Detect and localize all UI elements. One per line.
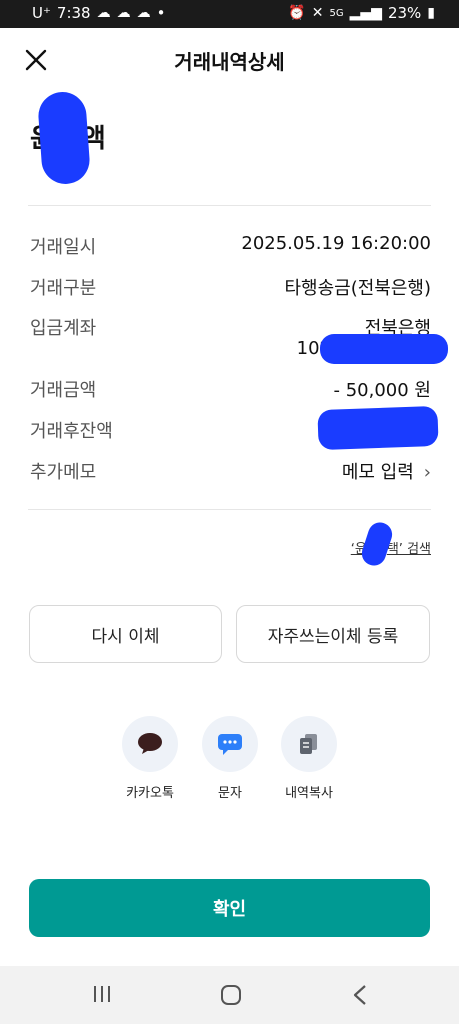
share-sms[interactable]: 문자 (190, 716, 270, 801)
weather-icon: ☁ (96, 5, 111, 21)
share-label: 문자 (218, 786, 242, 801)
detail-label: 입금계좌 (30, 318, 97, 339)
chevron-right-icon: › (423, 462, 431, 483)
detail-row-memo[interactable]: 추가메모 메모 입력 › (30, 458, 431, 488)
detail-label: 거래구분 (30, 278, 97, 299)
carrier-label: U⁺ (32, 4, 51, 22)
detail-value: 2025.05.19 16:20:00 (241, 233, 431, 254)
memo-input-link[interactable]: 메모 입력 (342, 462, 414, 483)
recent-apps-icon[interactable] (92, 984, 112, 1004)
chat-icon-2: ☁ (136, 5, 151, 21)
share-label: 카카오톡 (126, 786, 174, 801)
home-icon[interactable] (220, 984, 242, 1006)
redaction-mark (36, 90, 92, 186)
header: 거래내역상세 (0, 28, 459, 92)
favorite-transfer-button[interactable]: 자주쓰는이체 등록 (236, 605, 430, 663)
divider (28, 205, 431, 206)
alarm-icon: ⏰ (288, 5, 306, 21)
detail-row-amount: 거래금액 - 50,000 원 (30, 376, 431, 406)
share-kakao-talk[interactable]: 카카오톡 (110, 716, 190, 801)
notification-dot: • (156, 4, 166, 22)
status-bar: U⁺ 7:38 ☁ ☁ ☁ • ⏰ ✕ 5G ▂▄▆ 23% ▮ (0, 0, 459, 28)
detail-value: 타행송금(전북은행) (284, 278, 431, 299)
network-label: 5G (329, 7, 344, 19)
retransfer-button[interactable]: 다시 이체 (29, 605, 222, 663)
detail-label: 추가메모 (30, 462, 97, 483)
page-title: 거래내역상세 (174, 50, 285, 74)
clock: 7:38 (56, 4, 91, 22)
detail-row-type: 거래구분 타행송금(전북은행) (30, 274, 431, 304)
detail-label: 거래후잔액 (30, 421, 113, 442)
detail-label: 거래금액 (30, 380, 97, 401)
system-nav-bar (0, 966, 459, 1024)
copy-icon (281, 716, 337, 772)
redaction-mark (317, 405, 439, 451)
battery-icon: ▮ (427, 5, 435, 21)
detail-row-date: 거래일시 2025.05.19 16:20:00 (30, 233, 431, 263)
sms-icon (202, 716, 258, 772)
detail-label: 거래일시 (30, 237, 97, 258)
battery-percent: 23% (387, 4, 422, 22)
redaction-mark (320, 334, 448, 364)
kakao-talk-icon (122, 716, 178, 772)
confirm-button[interactable]: 확인 (29, 879, 430, 937)
share-copy[interactable]: 내역복사 (269, 716, 349, 801)
memo-value-wrap: 메모 입력 › (342, 458, 431, 484)
back-icon[interactable] (352, 984, 368, 1006)
mute-icon: ✕ (311, 5, 324, 21)
chat-icon: ☁ (116, 5, 131, 21)
detail-value: - 50,000 원 (333, 380, 431, 401)
search-link-end: 택’ 검색 (386, 542, 431, 557)
signal-icon: ▂▄▆ (349, 5, 382, 21)
divider (28, 509, 431, 510)
share-label: 내역복사 (285, 786, 333, 801)
